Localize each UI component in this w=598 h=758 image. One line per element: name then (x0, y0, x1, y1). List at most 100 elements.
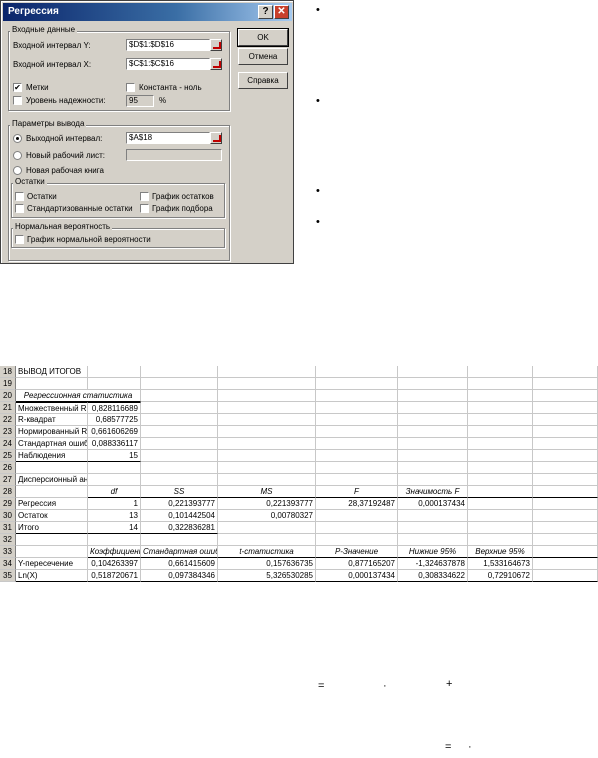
sheet-cell[interactable] (16, 546, 88, 558)
sheet-cell[interactable] (533, 438, 598, 450)
sheet-cell[interactable] (468, 426, 533, 438)
fit-plot-checkbox[interactable] (140, 204, 149, 213)
sheet-cell[interactable]: R-квадрат (16, 414, 88, 426)
sheet-cell[interactable]: 5,326530285 (218, 570, 316, 582)
sheet-cell[interactable] (141, 378, 218, 390)
row-header[interactable]: 26 (0, 462, 16, 474)
sheet-cell[interactable]: Нижние 95% (398, 546, 468, 558)
sheet-cell[interactable]: 0,68577725 (88, 414, 141, 426)
help-button[interactable]: Справка (238, 72, 288, 89)
output-range-field[interactable]: $A$18 (126, 132, 210, 144)
sheet-cell[interactable] (218, 534, 316, 546)
sheet-cell[interactable]: t-статистика (218, 546, 316, 558)
ok-button[interactable]: OK (237, 28, 289, 47)
sheet-cell[interactable] (398, 366, 468, 378)
sheet-cell[interactable] (468, 522, 533, 534)
confidence-checkbox[interactable] (13, 96, 22, 105)
sheet-cell[interactable] (533, 426, 598, 438)
sheet-cell[interactable]: 0,00780327 (218, 510, 316, 522)
sheet-cell[interactable]: 0,828116689 (88, 402, 141, 414)
sheet-cell[interactable]: Значимость F (398, 486, 468, 498)
sheet-cell[interactable]: SS (141, 486, 218, 498)
sheet-cell[interactable]: P-Значение (316, 546, 398, 558)
sheet-cell[interactable] (468, 414, 533, 426)
sheet-cell[interactable] (218, 402, 316, 414)
sheet-cell[interactable] (533, 570, 598, 582)
sheet-cell[interactable] (468, 450, 533, 462)
sheet-cell[interactable] (316, 462, 398, 474)
sheet-cell[interactable] (88, 534, 141, 546)
sheet-cell[interactable]: 0,72910672 (468, 570, 533, 582)
sheet-cell[interactable] (533, 378, 598, 390)
sheet-cell[interactable] (533, 474, 598, 486)
sheet-cell[interactable] (316, 534, 398, 546)
sheet-cell[interactable]: Остаток (16, 510, 88, 522)
sheet-cell[interactable] (533, 414, 598, 426)
sheet-cell[interactable] (398, 426, 468, 438)
input-y-field[interactable]: $D$1:$D$16 (126, 39, 210, 51)
sheet-cell[interactable]: 1 (88, 498, 141, 510)
sheet-cell[interactable] (398, 402, 468, 414)
sheet-cell[interactable] (398, 378, 468, 390)
sheet-cell[interactable] (316, 366, 398, 378)
sheet-cell[interactable]: 0,322836281 (141, 522, 218, 534)
sheet-cell[interactable] (533, 498, 598, 510)
sheet-cell[interactable] (218, 426, 316, 438)
row-header[interactable]: 34 (0, 558, 16, 570)
sheet-cell[interactable] (141, 462, 218, 474)
sheet-cell[interactable] (468, 486, 533, 498)
row-header[interactable]: 22 (0, 414, 16, 426)
row-header[interactable]: 25 (0, 450, 16, 462)
sheet-cell[interactable]: Регрессионная статистика (16, 390, 141, 402)
sheet-cell[interactable]: 0,221393777 (218, 498, 316, 510)
labels-checkbox[interactable]: ✔ (13, 83, 22, 92)
sheet-cell[interactable] (218, 462, 316, 474)
sheet-cell[interactable]: 0,661415609 (141, 558, 218, 570)
sheet-cell[interactable] (316, 402, 398, 414)
input-y-ref-icon[interactable] (210, 39, 222, 51)
sheet-cell[interactable]: Регрессия (16, 498, 88, 510)
sheet-cell[interactable]: Верхние 95% (468, 546, 533, 558)
sheet-cell[interactable] (468, 498, 533, 510)
sheet-cell[interactable]: 1,533164673 (468, 558, 533, 570)
sheet-cell[interactable]: Коэффициенты (88, 546, 141, 558)
sheet-cell[interactable] (398, 414, 468, 426)
sheet-cell[interactable]: Нормированный R-квадрат (16, 426, 88, 438)
sheet-cell[interactable] (398, 450, 468, 462)
sheet-cell[interactable]: df (88, 486, 141, 498)
std-residuals-checkbox[interactable] (15, 204, 24, 213)
sheet-cell[interactable]: 14 (88, 522, 141, 534)
sheet-cell[interactable] (468, 534, 533, 546)
sheet-cell[interactable] (16, 486, 88, 498)
sheet-cell[interactable] (218, 450, 316, 462)
row-header[interactable]: 31 (0, 522, 16, 534)
sheet-cell[interactable] (398, 438, 468, 450)
sheet-cell[interactable] (88, 474, 141, 486)
sheet-cell[interactable] (533, 558, 598, 570)
sheet-cell[interactable] (398, 510, 468, 522)
sheet-cell[interactable]: -1,324637878 (398, 558, 468, 570)
row-header[interactable]: 29 (0, 498, 16, 510)
sheet-cell[interactable]: 0,104263397 (88, 558, 141, 570)
sheet-cell[interactable] (316, 390, 398, 402)
input-x-ref-icon[interactable] (210, 58, 222, 70)
sheet-cell[interactable] (316, 414, 398, 426)
sheet-cell[interactable] (398, 522, 468, 534)
row-header[interactable]: 21 (0, 402, 16, 414)
sheet-cell[interactable] (468, 378, 533, 390)
sheet-cell[interactable] (533, 402, 598, 414)
sheet-cell[interactable] (316, 522, 398, 534)
sheet-cell[interactable]: 0,221393777 (141, 498, 218, 510)
sheet-cell[interactable] (468, 462, 533, 474)
sheet-cell[interactable]: Множественный R (16, 402, 88, 414)
row-header[interactable]: 33 (0, 546, 16, 558)
sheet-cell[interactable] (141, 414, 218, 426)
sheet-cell[interactable] (533, 390, 598, 402)
residuals-checkbox[interactable] (15, 192, 24, 201)
sheet-cell[interactable]: 0,157636735 (218, 558, 316, 570)
sheet-cell[interactable]: 0,000137434 (316, 570, 398, 582)
new-sheet-radio[interactable] (13, 151, 22, 160)
sheet-cell[interactable] (316, 438, 398, 450)
normal-plot-checkbox[interactable] (15, 235, 24, 244)
new-book-radio[interactable] (13, 166, 22, 175)
